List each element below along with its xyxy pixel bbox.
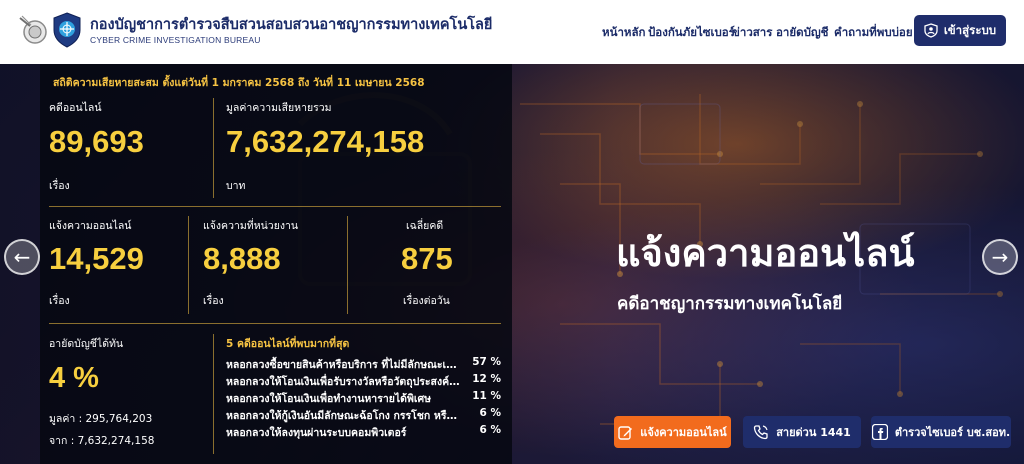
top5-item-label: หลอกลวงให้กู้เงินอันมีลักษณะฉ้อโกง กรรโช… [226, 410, 462, 422]
total-damage-value: 7,632,274,158 [226, 124, 425, 159]
report-online-button[interactable]: แจ้งความออนไลน์ [614, 416, 731, 448]
online-reports-unit: เรื่อง [49, 295, 70, 307]
top5-item: หลอกลวงให้โอนเงินเพื่อทำงานหารายได้พิเศษ… [226, 390, 501, 406]
top5-item-pct: 12 % [472, 373, 501, 385]
hero-subtitle: คดีอาชญากรรมทางเทคโนโลยี [617, 294, 843, 314]
login-button[interactable]: เข้าสู่ระบบ [914, 15, 1006, 46]
daily-avg-unit: เรื่องต่อวัน [403, 295, 450, 307]
daily-avg-value: 875 [401, 241, 453, 276]
top5-item-label: หลอกลวงให้ลงทุนผ่านระบบคอมพิวเตอร์ [226, 427, 407, 439]
divider [347, 216, 348, 314]
hero-banner: สถิติความเสียหายสะสม ตั้งแต่วันที่ 1 มกร… [0, 64, 1024, 464]
divider [213, 334, 214, 454]
police-crest-logo[interactable] [18, 14, 48, 48]
online-cases-unit: เรื่อง [49, 180, 70, 192]
facebook-label: ตำรวจไซเบอร์ บช.สอท. [894, 426, 1011, 439]
nav-account-freeze[interactable]: อายัดบัญชี [776, 24, 828, 42]
agency-reports-unit: เรื่อง [203, 295, 224, 307]
arrow-right-icon: → [991, 245, 1009, 269]
total-damage-label: มูลค่าความเสียหายรวม [226, 102, 332, 114]
agency-reports-value: 8,888 [203, 241, 281, 276]
top5-item-pct: 57 % [472, 356, 501, 368]
online-cases-label: คดีออนไลน์ [49, 102, 102, 114]
edit-icon [618, 425, 633, 440]
hotline-label: สายด่วน 1441 [776, 426, 851, 439]
divider [213, 98, 214, 198]
online-reports-value: 14,529 [49, 241, 144, 276]
org-name-en: CYBER CRIME INVESTIGATION BUREAU [90, 35, 261, 45]
hotline-button[interactable]: สายด่วน 1441 [743, 416, 861, 448]
top5-item-label: หลอกลวงให้โอนเงินเพื่อรับรางวัลหรือวัตถุ… [226, 376, 462, 388]
daily-avg-label: เฉลี่ยคดี [406, 220, 444, 232]
top5-item-pct: 6 % [479, 424, 501, 436]
carousel-next-button[interactable]: → [982, 239, 1018, 275]
top5-item-pct: 6 % [479, 407, 501, 419]
stats-heading: สถิติความเสียหายสะสม ตั้งแต่วันที่ 1 มกร… [53, 77, 425, 89]
hero-title: แจ้งความออนไลน์ [616, 231, 915, 275]
ccib-shield-logo[interactable] [52, 12, 82, 48]
divider [49, 323, 501, 324]
facebook-page-button[interactable]: ตำรวจไซเบอร์ บช.สอท. [871, 416, 1011, 448]
org-name-th: กองบัญชาการตำรวจสืบสวนสอบสวนอาชญากรรมทาง… [90, 17, 493, 33]
frozen-percent: 4 % [49, 362, 99, 394]
agency-reports-label: แจ้งความที่หน่วยงาน [203, 220, 299, 232]
divider [188, 216, 189, 314]
user-shield-icon [924, 23, 938, 38]
nav-faq[interactable]: คำถามที่พบบ่อย [834, 24, 913, 42]
online-reports-label: แจ้งความออนไลน์ [49, 220, 132, 232]
site-header: กองบัญชาการตำรวจสืบสวนสอบสวนอาชญากรรมทาง… [0, 0, 1024, 64]
damage-stats-panel: สถิติความเสียหายสะสม ตั้งแต่วันที่ 1 มกร… [40, 64, 512, 464]
carousel-prev-button[interactable]: ← [4, 239, 40, 275]
top5-item: หลอกลวงให้ลงทุนผ่านระบบคอมพิวเตอร์ 6 % [226, 424, 501, 440]
online-cases-value: 89,693 [49, 124, 144, 159]
top5-item-pct: 11 % [472, 390, 501, 402]
top5-item: หลอกลวงซื้อขายสินค้าหรือบริการ ที่ไม่มีล… [226, 356, 501, 372]
top5-item: หลอกลวงให้โอนเงินเพื่อรับรางวัลหรือวัตถุ… [226, 373, 501, 389]
nav-news[interactable]: ข่าวสาร [732, 24, 772, 42]
top5-item-label: หลอกลวงให้โอนเงินเพื่อทำงานหารายได้พิเศษ [226, 393, 432, 405]
nav-cyber-prevention[interactable]: ป้องกันภัยไซเบอร์ [648, 24, 735, 42]
phone-icon [754, 425, 768, 440]
frozen-label: อายัดบัญชีได้ทัน [49, 338, 124, 350]
frozen-from: จาก : 7,632,274,158 [49, 435, 155, 447]
top5-item: หลอกลวงให้กู้เงินอันมีลักษณะฉ้อโกง กรรโช… [226, 407, 501, 423]
divider [49, 206, 501, 207]
facebook-icon [871, 424, 888, 440]
top5-item-label: หลอกลวงซื้อขายสินค้าหรือบริการ ที่ไม่มีล… [226, 359, 462, 371]
arrow-left-icon: ← [13, 245, 31, 269]
report-online-label: แจ้งความออนไลน์ [640, 426, 727, 439]
nav-home[interactable]: หน้าหลัก [602, 24, 646, 42]
top5-title: 5 คดีออนไลน์ที่พบมากที่สุด [226, 338, 350, 350]
total-damage-unit: บาท [226, 180, 246, 192]
frozen-amount: มูลค่า : 295,764,203 [49, 413, 153, 425]
login-label: เข้าสู่ระบบ [943, 22, 997, 37]
